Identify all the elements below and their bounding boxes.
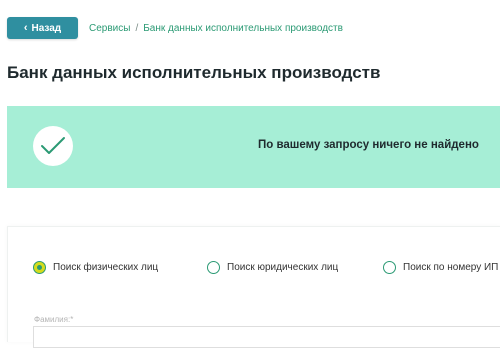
radio-individuals[interactable]: Поиск физических лиц <box>33 261 158 274</box>
breadcrumb-item-services[interactable]: Сервисы <box>89 23 130 34</box>
radio-unselected-icon <box>383 261 396 274</box>
radio-label: Поиск физических лиц <box>53 262 159 273</box>
back-button[interactable]: ‹ Назад <box>7 17 78 39</box>
surname-field[interactable] <box>33 326 500 348</box>
breadcrumb: Сервисы / Банк данных исполнительных про… <box>89 23 343 34</box>
chevron-left-icon: ‹ <box>23 21 28 34</box>
radio-label: Поиск юридических лиц <box>227 262 339 273</box>
breadcrumb-item-current[interactable]: Банк данных исполнительных производств <box>143 23 343 34</box>
alert-message: По вашему запросу ничего не найдено <box>258 139 479 151</box>
page-title: Банк данных исполнительных производств <box>7 63 381 82</box>
search-mode-group: Поиск физических лиц Поиск юридических л… <box>33 261 500 277</box>
radio-label: Поиск по номеру ИП <box>403 262 499 273</box>
radio-ip-number[interactable]: Поиск по номеру ИП <box>383 261 498 274</box>
check-icon <box>33 126 73 166</box>
search-form-card <box>7 226 500 342</box>
back-button-label: Назад <box>31 22 62 34</box>
result-alert: По вашему запросу ничего не найдено <box>7 106 500 188</box>
radio-unselected-icon <box>207 261 220 274</box>
radio-selected-icon <box>33 261 46 274</box>
radio-legal-entities[interactable]: Поиск юридических лиц <box>207 261 338 274</box>
surname-field-label: Фамилия:* <box>34 315 74 324</box>
breadcrumb-separator: / <box>135 23 139 34</box>
